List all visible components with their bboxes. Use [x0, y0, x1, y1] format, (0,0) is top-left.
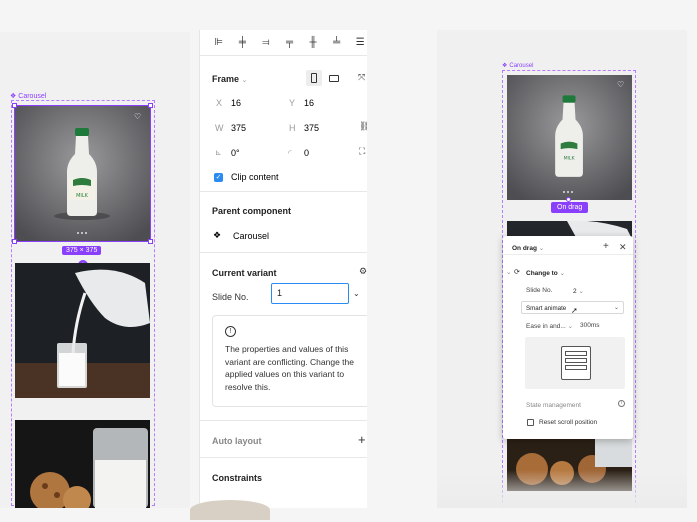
auto-layout-title: Auto layout [212, 436, 262, 446]
popover-slide-dropdown[interactable]: 2 ⌄ [573, 287, 633, 295]
info-icon[interactable]: i [618, 400, 625, 407]
portrait-icon [311, 73, 317, 83]
align-center-v-icon[interactable]: ╫ [306, 37, 320, 48]
fade-overlay [437, 470, 687, 508]
adjust-variant-icon[interactable]: ⚙ [359, 266, 367, 277]
animation-preview [525, 337, 625, 389]
duration-field[interactable]: 300ms [580, 322, 633, 329]
state-management-label: State management [526, 402, 581, 409]
parent-component-name[interactable]: Carousel [233, 231, 269, 241]
w-field[interactable]: 375 [231, 123, 246, 133]
carousel-slide-2-image[interactable] [15, 263, 150, 398]
resize-handle-tr[interactable] [148, 103, 153, 108]
app-root: ❖ Carousel MILK ♡ 375 × 375 + [0, 0, 697, 522]
resize-handle-tl[interactable] [12, 103, 17, 108]
portrait-frame-toggle[interactable] [306, 70, 322, 86]
h-label: H [289, 123, 296, 133]
chevron-down-icon: ⌄ [538, 245, 545, 252]
svg-text:MILK: MILK [564, 155, 576, 161]
h-field[interactable]: 375 [304, 123, 319, 133]
y-field[interactable]: 16 [304, 98, 314, 108]
selection-outline [14, 105, 151, 242]
x-field[interactable]: 16 [231, 98, 241, 108]
align-bottom-icon[interactable]: ╧ [330, 37, 344, 48]
independent-corners-icon[interactable]: ⛶ [359, 146, 365, 157]
align-top-icon[interactable]: ╤ [283, 37, 297, 48]
warning-text: The properties and values of this varian… [225, 344, 354, 392]
frame-section: Frame ⌄ ⤧ X 16 Y 16 W 375 H 375 ⛓ ⊾ 0° ◜… [200, 56, 367, 192]
parent-component-title: Parent component [212, 206, 292, 216]
size-badge: 375 × 375 [62, 246, 102, 255]
chevron-down-icon: ⌄ [241, 77, 248, 84]
current-variant-title: Current variant [212, 268, 277, 278]
w-label: W [215, 123, 224, 133]
landscape-icon[interactable] [329, 75, 339, 82]
component-icon: ❖ [10, 93, 17, 100]
alignment-toolbar: ⊫ ╪ ⫤ ╤ ╫ ╧ ☰ [200, 30, 367, 56]
heart-icon[interactable]: ♡ [617, 81, 625, 89]
variant-conflict-warning: ! The properties and values of this vari… [212, 315, 367, 407]
component-icon: ❖ [213, 230, 222, 240]
slide-no-label: Slide No. [212, 292, 249, 302]
clip-content-checkbox[interactable]: ✓ [214, 173, 223, 182]
resize-to-fit-icon[interactable]: ⤧ [358, 72, 365, 83]
chevron-down-icon[interactable]: ⌄ [353, 289, 360, 298]
parent-component-section: Parent component ❖ Carousel [200, 192, 367, 253]
resize-handle-bl[interactable] [12, 239, 17, 244]
resize-handle-br[interactable] [148, 239, 153, 244]
corner-radius-field[interactable]: 0 [304, 148, 309, 158]
constraints-section: Constraints [200, 458, 367, 498]
align-left-icon[interactable]: ⊫ [212, 37, 226, 48]
component-icon: ❖ [502, 63, 508, 69]
align-right-icon[interactable]: ⫤ [259, 37, 273, 48]
clip-content-label: Clip content [231, 172, 279, 182]
right-slide-1-image[interactable]: MILK ♡ [507, 75, 632, 200]
decorative-shape [190, 500, 270, 520]
close-icon[interactable]: ✕ [619, 242, 633, 253]
slide-indicator-dots [563, 191, 573, 193]
add-auto-layout-button[interactable]: + [358, 432, 366, 447]
reset-scroll-label: Reset scroll position [539, 419, 598, 426]
on-drag-badge[interactable]: On drag [551, 202, 589, 213]
slide-no-input[interactable]: 1 [271, 283, 349, 304]
mouse-cursor-icon: ➚ [571, 306, 578, 315]
auto-layout-section: Auto layout + [200, 421, 367, 458]
carousel-slide-3-image[interactable] [15, 420, 150, 508]
corner-radius-icon: ◜ [288, 148, 292, 158]
info-icon: ! [225, 326, 236, 337]
y-label: Y [289, 98, 296, 108]
constraints-title: Constraints [212, 473, 263, 483]
inspector-panel: ⊫ ╪ ⫤ ╤ ╫ ╧ ☰ Frame ⌄ ⤧ X 16 Y 16 W 375 [199, 30, 367, 508]
preview-frame-icon [561, 346, 591, 380]
right-carousel-frame-label[interactable]: ❖ Carousel [502, 62, 533, 70]
distribute-icon[interactable]: ☰ [353, 37, 367, 48]
align-center-h-icon[interactable]: ╪ [236, 37, 250, 48]
carousel-frame-label[interactable]: ❖ Carousel [10, 92, 46, 101]
frame-title[interactable]: Frame ⌄ [212, 74, 247, 84]
rotation-field[interactable]: 0° [231, 148, 240, 158]
interaction-popover: On drag ⌄ + ✕ ⌄ ⟳ Change to ⌄ Slide No. … [503, 236, 633, 439]
divider [503, 254, 633, 255]
x-label: X [216, 98, 223, 108]
reset-scroll-checkbox[interactable] [527, 419, 534, 426]
current-variant-section: Current variant ⚙ Slide No. 1 ⌄ ! The pr… [200, 253, 367, 421]
rotation-icon: ⊾ [215, 148, 222, 157]
constrain-proportions-icon[interactable]: ⛓ [359, 121, 367, 132]
action-dropdown[interactable]: Change to ⌄ [526, 269, 633, 277]
